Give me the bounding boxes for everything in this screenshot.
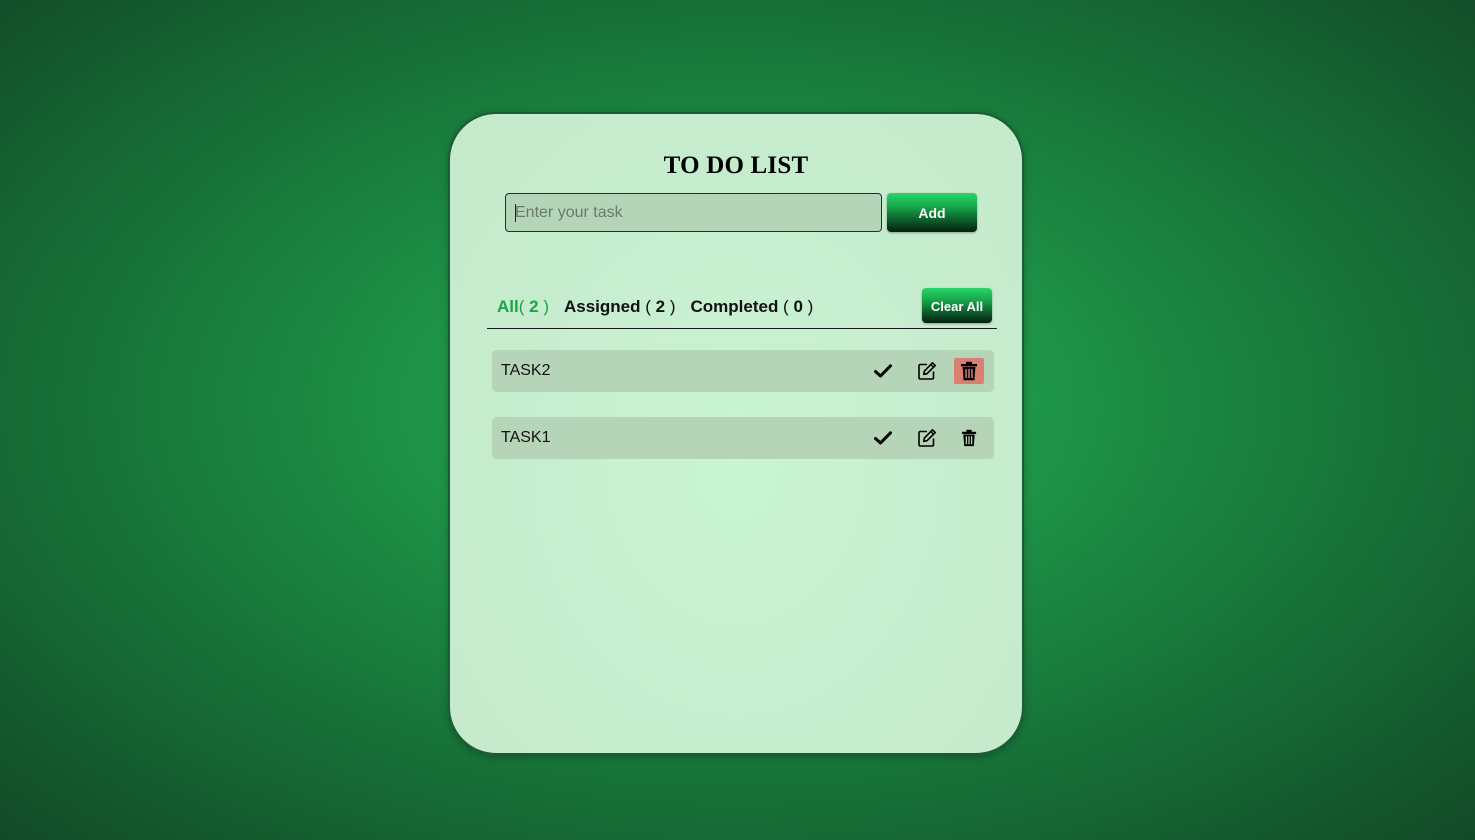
tab-all-close-paren: ) — [538, 297, 549, 316]
tab-all[interactable]: All( 2 ) — [497, 297, 549, 317]
tab-completed-open-paren: ( — [778, 297, 794, 316]
tab-completed[interactable]: Completed ( 0 ) — [690, 297, 813, 317]
page-title: TO DO LIST — [663, 152, 809, 179]
tab-assigned[interactable]: Assigned ( 2 ) — [564, 297, 676, 317]
trash-icon[interactable] — [954, 425, 984, 451]
check-icon[interactable] — [868, 425, 898, 451]
tab-completed-close-paren: ) — [802, 297, 814, 316]
todo-card: TO DO LIST Add All( 2 ) Assigned ( 2 ) C… — [448, 112, 1024, 755]
tab-assigned-close-paren: ) — [665, 297, 676, 316]
tab-all-open-paren: ( — [518, 297, 530, 316]
tab-completed-count: 0 — [793, 297, 803, 316]
text-caret — [515, 204, 516, 222]
edit-icon[interactable] — [912, 425, 942, 451]
tab-completed-label: Completed — [690, 297, 779, 316]
filter-tabs: All( 2 ) Assigned ( 2 ) Completed ( 0 ) — [497, 296, 828, 318]
trash-icon[interactable] — [954, 358, 984, 384]
task-input[interactable] — [505, 193, 882, 232]
task-text: TASK2 — [501, 362, 551, 379]
tab-assigned-label: Assigned — [563, 297, 641, 316]
edit-icon[interactable] — [912, 358, 942, 384]
tab-all-count: 2 — [529, 297, 539, 316]
tab-assigned-open-paren: ( — [640, 297, 656, 316]
tab-assigned-count: 2 — [655, 297, 666, 316]
task-item: TASK2 — [492, 350, 994, 392]
divider — [487, 328, 997, 329]
add-button[interactable]: Add — [887, 193, 977, 232]
clear-all-button[interactable]: Clear All — [922, 288, 992, 323]
task-item: TASK1 — [492, 417, 994, 459]
task-text: TASK1 — [501, 429, 551, 446]
check-icon[interactable] — [868, 358, 898, 384]
tab-all-label: All — [497, 297, 519, 316]
